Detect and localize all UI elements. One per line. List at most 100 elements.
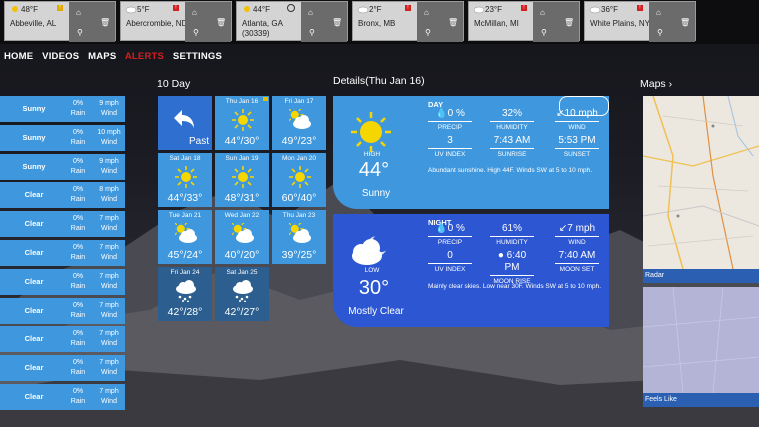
city-card[interactable]: 48°F Abbeville, AL! ⌂ 🗑 ⚲ [4, 1, 116, 42]
night-summary: Mainly clear skies. Low near 30F. Winds … [428, 283, 602, 290]
city-card[interactable]: 2°F Bronx, MB! ⌂ 🗑 ⚲ [352, 1, 464, 42]
home-icon[interactable]: ⌂ [424, 8, 429, 17]
radar-map[interactable]: Radar [643, 96, 759, 283]
trash-icon[interactable]: 🗑 [448, 18, 458, 27]
city-card[interactable]: 44°F Atlanta, GA (30339) ⌂ 🗑 ⚲ [236, 1, 348, 42]
hourly-row[interactable]: Clear 0% Rain 7 mph Wind [0, 326, 125, 353]
alert-badge[interactable]: ! [637, 5, 643, 11]
night-wind: ↙7 mph WIND [555, 223, 599, 246]
day-tile[interactable]: Sat Jan 18 44°/33° [158, 153, 212, 207]
hourly-row[interactable]: Clear 0% Rain 8 mph Wind [0, 182, 125, 209]
low-label: LOW [364, 267, 380, 274]
home-icon[interactable]: ⌂ [308, 8, 313, 17]
day-tile[interactable]: Fri Jan 24 42°/28° [158, 267, 212, 321]
day-precip-value: 💧0 % [428, 108, 472, 122]
day-tile[interactable]: Thu Jan 16 44°/30° [215, 96, 269, 150]
day-tile[interactable]: Sun Jan 19 48°/31° [215, 153, 269, 207]
back-arrow-icon [174, 110, 194, 128]
hourly-wind: 7 mph Wind [99, 359, 119, 377]
trash-icon[interactable]: 🗑 [680, 18, 690, 27]
trash-icon[interactable]: 🗑 [332, 18, 342, 27]
maps-heading[interactable]: Maps › [640, 78, 672, 90]
day-tile[interactable]: Thu Jan 23 39°/25° [272, 210, 326, 264]
nav-videos[interactable]: VIDEOS [42, 51, 79, 62]
hourly-row[interactable]: Clear 0% Rain 7 mph Wind [0, 240, 125, 266]
city-actions: ⌂ 🗑 ⚲ [185, 2, 231, 42]
hourly-row[interactable]: Sunny 0% Rain 10 mph Wind [0, 124, 125, 151]
day-wind: ↙10 mph WIND [555, 108, 599, 131]
alert-badge[interactable]: ! [57, 5, 63, 11]
day-tile[interactable]: Wed Jan 22 40°/20° [215, 210, 269, 264]
hourly-wind: 7 mph Wind [99, 244, 119, 261]
day-date: Fri Jan 17 [284, 98, 314, 105]
day-date: Sat Jan 25 [226, 269, 258, 276]
alert-badge[interactable]: ! [173, 5, 179, 11]
alert-badge[interactable]: ! [521, 5, 527, 11]
home-icon[interactable]: ⌂ [540, 8, 545, 17]
hourly-rain: 0% Rain [70, 272, 86, 290]
hourly-row[interactable]: Clear 0% Rain 7 mph Wind [0, 211, 125, 238]
nav-alerts[interactable]: ALERTS [125, 51, 164, 62]
pin-icon[interactable]: ⚲ [193, 28, 199, 37]
day-details-panel: HIGH 44° Sunny DAY 💧0 % PRECIP 32% HUMIDIT… [333, 96, 609, 209]
alert-badge[interactable]: ! [405, 5, 411, 11]
city-actions: ⌂ 🗑 ⚲ [301, 2, 347, 42]
pin-icon[interactable]: ⚲ [77, 28, 83, 37]
city-name: White Plains, NY [590, 19, 651, 28]
day-tile[interactable]: Mon Jan 20 60°/40° [272, 153, 326, 207]
hourly-wind: 7 mph Wind [99, 215, 119, 233]
pin-icon[interactable]: ⚲ [425, 28, 431, 37]
pin-icon[interactable]: ⚲ [657, 28, 663, 37]
day-date: Sat Jan 18 [169, 155, 201, 162]
hourly-condition: Clear [24, 305, 44, 315]
hourly-row[interactable]: Sunny 0% Rain 9 mph Wind [0, 96, 125, 122]
nav-maps[interactable]: MAPS [88, 51, 116, 62]
hourly-wind: 7 mph Wind [99, 272, 119, 290]
day-humidity: 32% HUMIDITY [490, 108, 534, 131]
home-icon[interactable]: ⌂ [76, 8, 81, 17]
cloud-icon [125, 6, 137, 14]
city-actions: ⌂ 🗑 ⚲ [69, 2, 115, 42]
hourly-row[interactable]: Clear 0% Rain 7 mph Wind [0, 297, 125, 324]
pin-icon[interactable]: ⚲ [541, 28, 547, 37]
nav-home[interactable]: HOME [4, 51, 33, 62]
main-nav: HOME VIDEOS MAPS ALERTS SETTINGS [4, 51, 228, 62]
sunset: 5:53 PM SUNSET [555, 135, 599, 158]
city-actions: ⌂ 🗑 ⚲ [649, 2, 695, 42]
hourly-wind: 9 mph Wind [99, 100, 119, 117]
hourly-rain: 0% Rain [70, 100, 86, 117]
sun-icon [12, 6, 18, 12]
night-condition: Mostly Clear [348, 306, 404, 317]
hourly-row[interactable]: Sunny 0% Rain 9 mph Wind [0, 153, 125, 180]
day-temps: 40°/20° [224, 249, 260, 261]
feels-like-map[interactable]: Feels Like [643, 287, 759, 407]
trash-icon[interactable]: 🗑 [564, 18, 574, 27]
trash-icon[interactable]: 🗑 [100, 18, 110, 27]
day-summary: Abundant sunshine. High 44F. Winds SW at… [428, 167, 593, 174]
city-card[interactable]: 5°F Abercrombie, ND! ⌂ 🗑 ⚲ [120, 1, 232, 42]
city-temp: 48°F [21, 5, 38, 14]
day-date: Fri Jan 24 [170, 269, 200, 276]
raindrop-icon: 💧 [435, 108, 448, 119]
day-tile[interactable]: Sat Jan 25 42°/27° [215, 267, 269, 321]
past-button[interactable]: Past [158, 96, 212, 150]
day-tile[interactable]: Fri Jan 17 49°/23° [272, 96, 326, 150]
day-tile[interactable]: Tue Jan 21 45°/24° [158, 210, 212, 264]
hourly-condition: Clear [24, 190, 44, 200]
hourly-wind: 7 mph Wind [99, 330, 119, 348]
hourly-row[interactable]: Clear 0% Rain 7 mph Wind [0, 268, 125, 295]
home-icon[interactable]: ⌂ [656, 8, 661, 17]
city-card[interactable]: 23°F McMillan, MI! ⌂ 🗑 ⚲ [468, 1, 580, 42]
pin-icon[interactable]: ⚲ [309, 28, 315, 37]
home-icon[interactable]: ⌂ [192, 8, 197, 17]
day-temps: 49°/23° [281, 135, 317, 147]
wind-arrow-icon: ↙ [556, 108, 565, 119]
trash-icon[interactable]: 🗑 [216, 18, 226, 27]
city-card[interactable]: 36°F White Plains, NY! ⌂ 🗑 ⚲ [584, 1, 696, 42]
nav-settings[interactable]: SETTINGS [173, 51, 222, 62]
hourly-row[interactable]: Clear 0% Rain 7 mph Wind [0, 384, 125, 410]
city-temp: 2°F [369, 5, 382, 14]
hourly-row[interactable]: Clear 0% Rain 7 mph Wind [0, 355, 125, 382]
day-date: Mon Jan 20 [282, 155, 316, 162]
night-details-panel: LOW 30° Mostly Clear NIGHT 💧0 % PRECIP 61… [333, 214, 609, 327]
